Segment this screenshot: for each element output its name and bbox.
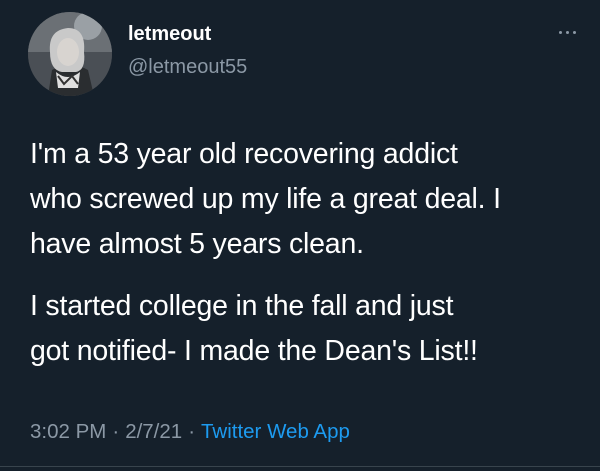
dot xyxy=(559,31,562,34)
dot xyxy=(566,31,569,34)
tweet-card: letmeout @letmeout55 I'm a 53 year old r… xyxy=(0,0,600,471)
meta-separator: · xyxy=(112,420,120,443)
dot xyxy=(573,31,576,34)
tweet-source-link[interactable]: Twitter Web App xyxy=(201,420,350,443)
tweet-time[interactable]: 3:02 PM xyxy=(30,420,106,443)
avatar[interactable] xyxy=(28,12,112,96)
tweet-text-paragraph-1: I'm a 53 year old recovering addict who … xyxy=(30,138,501,260)
user-handle[interactable]: @letmeout55 xyxy=(128,55,247,79)
display-name[interactable]: letmeout xyxy=(128,22,211,46)
profile-photo-icon xyxy=(28,12,112,96)
tweet-text-paragraph-2: I started college in the fall and just g… xyxy=(30,290,478,367)
divider xyxy=(0,466,600,467)
tweet-meta: 3:02 PM · 2/7/21 · Twitter Web App xyxy=(30,418,350,446)
meta-separator: · xyxy=(188,420,196,443)
tweet-date[interactable]: 2/7/21 xyxy=(125,420,182,443)
more-options-icon[interactable] xyxy=(556,28,580,38)
